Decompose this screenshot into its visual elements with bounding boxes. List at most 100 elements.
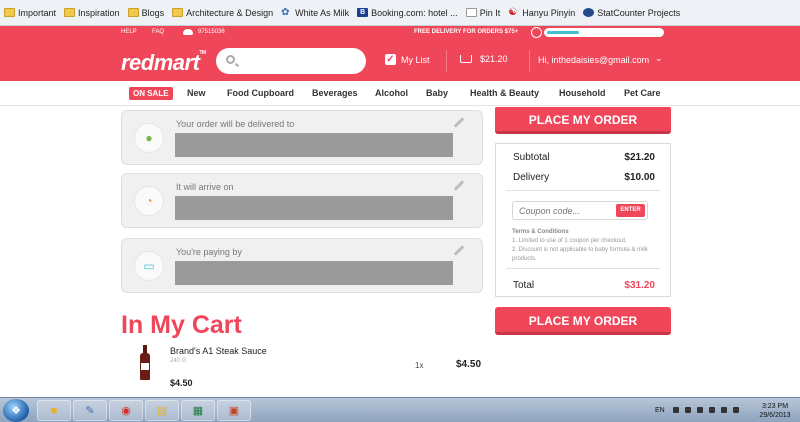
nav-item-beverages[interactable]: Beverages (312, 88, 358, 98)
search-box[interactable] (216, 48, 366, 74)
clock-date: 29/6/2013 (759, 412, 791, 419)
language-indicator[interactable]: EN (655, 407, 665, 414)
delivery-label: Delivery (513, 172, 550, 183)
checkout-main: ● Your order will be delivered to ◔ It w… (0, 107, 800, 397)
network-icon[interactable] (721, 407, 727, 413)
bookmark-statcounter[interactable]: StatCounter Projects (583, 8, 680, 18)
place-order-button-bottom[interactable]: PLACE MY ORDER (495, 307, 671, 335)
coupon-field: ENTER (512, 201, 648, 220)
category-nav: ON SALE New Food Cupboard Beverages Alco… (0, 81, 800, 106)
bookmark-blogs[interactable]: Blogs (127, 8, 164, 18)
system-tray: EN 3:23 PM 29/6/2013 (650, 398, 800, 422)
terms-title: Terms & Conditions (512, 229, 569, 235)
search-input[interactable] (242, 52, 357, 70)
site-header: HELP FAQ 97515036 FREE DELIVERY FOR ORDE… (0, 26, 800, 81)
nav-item-new[interactable]: New (187, 88, 206, 98)
bookmark-hanyu-pinyin[interactable]: ☯ Hanyu Pinyin (508, 8, 575, 18)
delivery-truck-icon (531, 27, 542, 38)
redmart-logo[interactable]: redmartTM (121, 50, 206, 76)
paint-icon[interactable]: ✎ (73, 400, 107, 421)
cart-title: In My Cart (121, 311, 242, 339)
product-price: $4.50 (456, 359, 482, 370)
faq-link[interactable]: FAQ (152, 29, 164, 35)
battery-icon[interactable] (697, 407, 703, 413)
progress-fill (547, 31, 579, 34)
header-divider (446, 50, 447, 72)
coupon-enter-button[interactable]: ENTER (616, 204, 645, 217)
free-delivery-progress (544, 28, 664, 37)
start-button[interactable]: ❖ (3, 399, 29, 422)
delivery-address-card[interactable]: ● Your order will be delivered to (121, 110, 483, 165)
bookmark-label: White As Milk (295, 7, 350, 18)
chrome-icon[interactable]: ◉ (109, 400, 143, 421)
folder-icon (127, 8, 139, 17)
hanyu-icon: ☯ (508, 7, 518, 18)
product-name[interactable]: Brand's A1 Steak Sauce (170, 346, 267, 356)
excel-icon[interactable]: ▦ (181, 400, 215, 421)
bookmark-pin-it[interactable]: Pin It (465, 8, 500, 18)
bottle-neck (143, 345, 147, 353)
terms-line: 1. Limited to use of 1 coupon per checko… (512, 238, 627, 244)
bookmark-white-as-milk[interactable]: ✿ White As Milk (281, 8, 349, 18)
cart-button[interactable]: $21.20 (460, 54, 508, 64)
nav-item-household[interactable]: Household (559, 88, 606, 98)
explorer-icon[interactable]: ■ (37, 400, 71, 421)
booking-icon: B (357, 8, 369, 17)
terms-line: 2. Discount is not applicable to baby fo… (512, 247, 648, 262)
folder-icon (172, 8, 184, 17)
chevron-down-icon[interactable]: ⌄ (655, 53, 663, 64)
edit-icon[interactable] (453, 245, 465, 256)
page-icon (465, 8, 477, 17)
checkbox-icon: ✓ (385, 54, 396, 65)
product-quantity: 1x (415, 361, 424, 370)
pen-icon[interactable] (685, 407, 691, 413)
bookmark-booking[interactable]: B Booking.com: hotel ... (357, 8, 458, 18)
help-link[interactable]: HELP (121, 29, 137, 35)
top-utility-bar: HELP FAQ 97515036 FREE DELIVERY FOR ORDE… (0, 26, 800, 40)
cart-item: Brand's A1 Steak Sauce 240 G 1x $4.50 $4… (121, 342, 489, 397)
clock[interactable]: 3:23 PM 29/6/2013 (756, 402, 794, 420)
product-image[interactable] (140, 345, 150, 380)
edit-icon[interactable] (453, 180, 465, 191)
powerpoint-icon[interactable]: ▣ (217, 400, 251, 421)
nav-item-baby[interactable]: Baby (426, 88, 448, 98)
nav-item-health-beauty[interactable]: Health & Beauty (470, 88, 539, 98)
white-as-milk-icon: ✿ (281, 7, 290, 18)
folder-icon (64, 8, 76, 17)
edit-icon[interactable] (453, 117, 465, 128)
clock-time: 3:23 PM (761, 403, 789, 410)
place-order-button-top[interactable]: PLACE MY ORDER (495, 107, 671, 134)
card-label: It will arrive on (176, 182, 234, 192)
nav-item-food-cupboard[interactable]: Food Cupboard (227, 88, 294, 98)
volume-icon[interactable] (733, 407, 739, 413)
bookmark-label: StatCounter Projects (597, 7, 681, 18)
bookmark-label: Important (18, 7, 57, 18)
card-label: You're paying by (176, 247, 242, 257)
nav-item-pet-care[interactable]: Pet Care (624, 88, 661, 98)
bookmark-important[interactable]: Important (4, 8, 56, 18)
flag-icon[interactable] (709, 407, 715, 413)
tray-expand-icon[interactable] (673, 407, 679, 413)
bookmark-label: Inspiration (78, 7, 120, 18)
my-list-label: My List (401, 54, 430, 65)
divider (506, 268, 660, 269)
subtotal-row: Subtotal $21.20 (513, 152, 655, 163)
user-account[interactable]: Hi, inthedaisies@gmail.com (538, 55, 649, 65)
nav-item-alcohol[interactable]: Alcohol (375, 88, 408, 98)
bookmark-architecture[interactable]: Architecture & Design (172, 8, 273, 18)
delivery-time-card[interactable]: ◔ It will arrive on (121, 173, 483, 228)
phone-number: 97515036 (198, 29, 225, 35)
clock-icon: ◔ (134, 186, 164, 216)
bookmark-label: Hanyu Pinyin (522, 7, 576, 18)
product-subtotal: $4.50 (170, 378, 193, 388)
trademark-mark: TM (199, 50, 206, 56)
files-icon[interactable]: ▤ (145, 400, 179, 421)
nav-on-sale[interactable]: ON SALE (129, 87, 173, 100)
coupon-input[interactable] (519, 204, 611, 218)
bookmark-inspiration[interactable]: Inspiration (64, 8, 120, 18)
product-weight: 240 G (170, 358, 187, 364)
folder-icon (4, 8, 15, 17)
free-delivery-text: FREE DELIVERY FOR ORDERS $75+ (414, 29, 519, 35)
payment-method-card[interactable]: ▭ You're paying by (121, 238, 483, 293)
my-list-button[interactable]: ✓ My List (385, 54, 430, 65)
